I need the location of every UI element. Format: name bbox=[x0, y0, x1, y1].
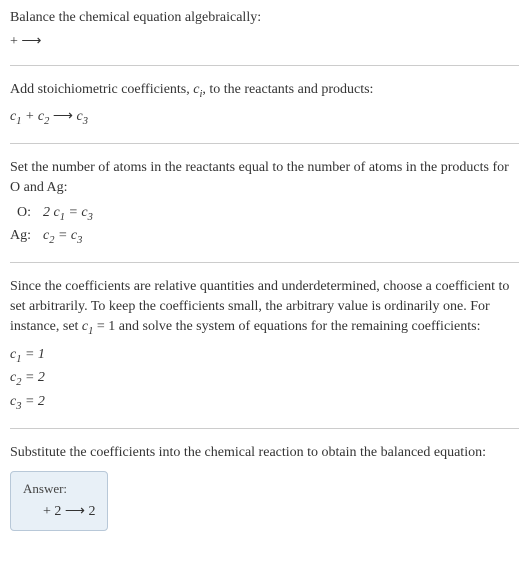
c2-v: = 2 bbox=[21, 370, 44, 385]
initial-arrow: + ⟶ bbox=[10, 34, 41, 49]
coeff-title-text: Add stoichiometric coefficients, ci, to … bbox=[10, 82, 373, 97]
section-solve: Since the coefficients are relative quan… bbox=[10, 277, 519, 414]
ag-rhs-s: 3 bbox=[77, 235, 82, 246]
balance-title: Balance the chemical equation algebraica… bbox=[10, 8, 519, 28]
section-atoms: Set the number of atoms in the reactants… bbox=[10, 158, 519, 248]
divider-2 bbox=[10, 143, 519, 144]
atoms-table: O: 2 c1 = c3 Ag: c2 = c3 bbox=[10, 203, 93, 248]
divider-3 bbox=[10, 262, 519, 263]
set-val: = 1 bbox=[93, 319, 115, 334]
coefficient-solutions: c1 = 1 c2 = 2 c3 = 2 bbox=[10, 345, 519, 414]
table-row: O: 2 c1 = c3 bbox=[10, 203, 93, 225]
plus-1: + bbox=[21, 109, 37, 124]
atoms-title: Set the number of atoms in the reactants… bbox=[10, 158, 519, 197]
c1-v: = 1 bbox=[21, 347, 44, 362]
coeff-row: c1 = 1 bbox=[10, 345, 519, 367]
element-label-ag: Ag: bbox=[10, 226, 43, 248]
equation-o: 2 c1 = c3 bbox=[43, 203, 93, 225]
o-rhs-s: 3 bbox=[88, 212, 93, 223]
solve-title: Since the coefficients are relative quan… bbox=[10, 277, 519, 339]
c3-v: = 2 bbox=[21, 394, 44, 409]
answer-box: Answer: + 2 ⟶ 2 bbox=[10, 471, 108, 531]
c3-sub: 3 bbox=[83, 115, 88, 126]
coeff-row: c2 = 2 bbox=[10, 368, 519, 390]
substitute-title: Substitute the coefficients into the che… bbox=[10, 443, 519, 463]
o-lhs-c: 2 c bbox=[43, 205, 60, 220]
solve-text-b: and solve the system of equations for th… bbox=[115, 319, 480, 334]
section-substitute: Substitute the coefficients into the che… bbox=[10, 443, 519, 530]
section-balance: Balance the chemical equation algebraica… bbox=[10, 8, 519, 51]
coefficients-equation: c1 + c2 ⟶ c3 bbox=[10, 107, 519, 129]
element-label-o: O: bbox=[10, 203, 43, 225]
o-eq: = bbox=[65, 205, 81, 220]
answer-arrow: + 2 ⟶ 2 bbox=[43, 504, 95, 519]
coeff-row: c3 = 2 bbox=[10, 392, 519, 414]
ag-eq: = bbox=[54, 228, 70, 243]
coefficients-title: Add stoichiometric coefficients, ci, to … bbox=[10, 80, 519, 102]
section-coefficients: Add stoichiometric coefficients, ci, to … bbox=[10, 80, 519, 129]
divider-4 bbox=[10, 428, 519, 429]
balance-equation: + ⟶ bbox=[10, 32, 519, 52]
answer-label: Answer: bbox=[23, 480, 95, 498]
arrow-1: ⟶ bbox=[49, 109, 76, 124]
table-row: Ag: c2 = c3 bbox=[10, 226, 93, 248]
equation-ag: c2 = c3 bbox=[43, 226, 93, 248]
answer-equation: + 2 ⟶ 2 bbox=[23, 502, 95, 522]
divider-1 bbox=[10, 65, 519, 66]
